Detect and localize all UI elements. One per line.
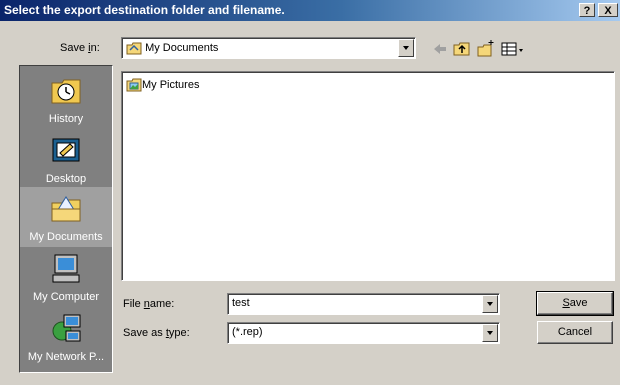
chevron-down-icon[interactable] xyxy=(398,39,414,57)
cancel-button[interactable]: Cancel xyxy=(537,321,613,344)
file-list[interactable]: My Pictures xyxy=(121,71,615,281)
view-menu-icon[interactable] xyxy=(500,39,528,59)
folder-pictures-icon xyxy=(126,78,142,92)
list-item[interactable]: My Pictures xyxy=(126,78,199,92)
save-in-value: My Documents xyxy=(145,41,219,54)
desktop-icon xyxy=(52,138,80,162)
places-bar: History Desktop My Documents My Computer… xyxy=(19,65,113,373)
chevron-down-icon[interactable] xyxy=(482,324,498,342)
title-bar[interactable]: Select the export destination folder and… xyxy=(0,0,620,21)
back-arrow-icon[interactable] xyxy=(430,39,450,59)
place-label: History xyxy=(48,113,84,125)
save-as-type-value: (*.rep) xyxy=(232,326,263,338)
save-in-label: Save in: xyxy=(60,42,100,54)
place-label: My Computer xyxy=(32,291,100,303)
my-documents-small-icon xyxy=(126,42,142,55)
new-folder-icon[interactable] xyxy=(476,39,496,59)
place-desktop[interactable]: Desktop xyxy=(20,129,112,189)
save-as-type-dropdown[interactable]: (*.rep) xyxy=(227,322,500,344)
save-in-dropdown[interactable]: My Documents xyxy=(121,37,416,59)
place-label: Desktop xyxy=(45,173,87,185)
chevron-down-icon[interactable] xyxy=(482,295,498,313)
save-button[interactable]: Save xyxy=(536,291,614,316)
up-one-level-icon[interactable] xyxy=(452,39,472,59)
file-name-input[interactable]: test xyxy=(227,293,500,315)
place-my-documents[interactable]: My Documents xyxy=(20,187,112,247)
place-label: My Documents xyxy=(29,231,103,243)
dialog-title: Select the export destination folder and… xyxy=(4,3,285,17)
help-button[interactable]: ? xyxy=(579,3,595,17)
my-computer-icon xyxy=(52,254,80,283)
file-name-label: File name: xyxy=(123,298,175,310)
place-label: My Network P... xyxy=(27,351,105,363)
file-name-value[interactable]: test xyxy=(232,297,250,309)
save-as-type-label: Save as type: xyxy=(123,327,190,339)
place-network[interactable]: My Network P... xyxy=(20,307,112,367)
network-places-icon xyxy=(52,314,81,342)
close-button[interactable]: X xyxy=(598,3,618,17)
place-history[interactable]: History xyxy=(20,69,112,129)
place-my-computer[interactable]: My Computer xyxy=(20,247,112,307)
file-name: My Pictures xyxy=(142,78,200,91)
my-documents-icon xyxy=(51,196,81,222)
save-dialog: Select the export destination folder and… xyxy=(0,0,620,385)
history-icon xyxy=(51,79,81,104)
